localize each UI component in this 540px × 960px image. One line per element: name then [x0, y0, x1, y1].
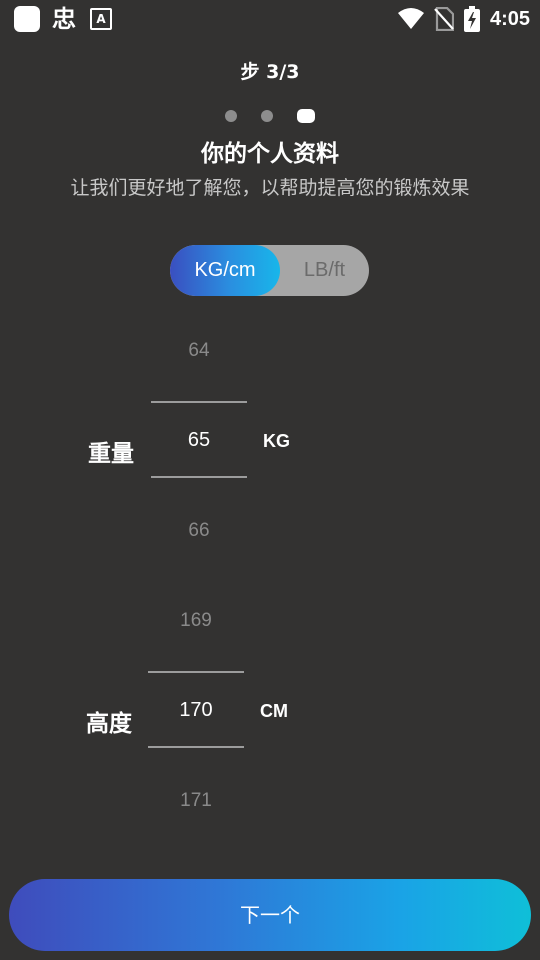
weight-prev-value[interactable]: 64 — [151, 340, 247, 362]
weight-picker-bottom-line — [151, 476, 247, 478]
weight-selected-value[interactable]: 65 — [151, 429, 247, 452]
weight-unit: KG — [263, 431, 290, 451]
app-notification-icon: 忠 — [52, 5, 76, 33]
step-dot-2 — [261, 110, 273, 122]
step-dot-3-active — [297, 109, 315, 123]
height-selected-value[interactable]: 170 — [148, 699, 244, 722]
status-bar-right: 4:05 — [397, 3, 530, 35]
step-indicator-text: 步 3/3 — [240, 61, 300, 83]
height-prev-value[interactable]: 169 — [148, 610, 244, 632]
weight-picker-top-line — [151, 401, 247, 403]
unit-option-kg-cm[interactable]: KG/cm — [170, 245, 280, 296]
notification-app-icon — [14, 6, 40, 32]
page-subtitle: 让我们更好地了解您，以帮助提高您的锻炼效果 — [70, 177, 470, 199]
step-dot-1 — [225, 110, 237, 122]
accessibility-a-icon: A — [90, 8, 112, 30]
wifi-icon — [397, 8, 424, 29]
profile-screen: 忠 A 4:05 步 3/3 你的个人资料 让我们更好地了解您，以帮助提高您的锻… — [0, 0, 540, 960]
no-sim-icon — [434, 7, 454, 31]
height-unit: CM — [260, 701, 288, 721]
page-title: 你的个人资料 — [201, 141, 339, 167]
weight-label: 重量 — [88, 441, 134, 467]
next-button[interactable]: 下一个 — [9, 879, 531, 951]
height-picker-bottom-line — [148, 746, 244, 748]
height-picker-top-line — [148, 671, 244, 673]
unit-toggle[interactable]: LB/ft KG/cm — [170, 245, 369, 296]
unit-option-lb-ft[interactable]: LB/ft — [280, 245, 369, 296]
status-time: 4:05 — [489, 7, 530, 30]
weight-next-value[interactable]: 66 — [151, 520, 247, 542]
height-label: 高度 — [86, 711, 132, 737]
battery-charging-icon — [463, 6, 480, 32]
status-bar: 忠 A 4:05 — [0, 0, 540, 38]
height-next-value[interactable]: 171 — [148, 790, 244, 812]
step-dots — [0, 109, 540, 123]
